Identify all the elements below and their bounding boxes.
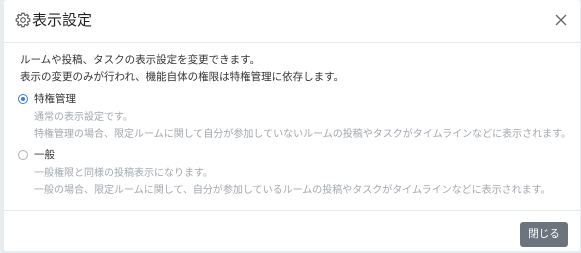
dialog-footer: 閉じる	[4, 210, 580, 251]
option-hint: 通常の表示設定です。	[34, 112, 133, 123]
dialog-body: ルームや投稿、タスクの表示設定を変更できます。 表示の変更のみが行われ、機能自体…	[4, 43, 580, 211]
dialog-title: 表示設定	[32, 11, 93, 29]
close-icon[interactable]	[552, 11, 570, 29]
radio-general[interactable]	[18, 150, 28, 160]
option-detail: 一般の場合、限定ルームに関して、自分が参加しているルームの投稿やタスクがタイムラ…	[34, 185, 551, 196]
description-line-1: ルームや投稿、タスクの表示設定を変更できます。	[20, 54, 261, 66]
close-button[interactable]: 閉じる	[520, 222, 568, 247]
display-settings-dialog: 表示設定 ルームや投稿、タスクの表示設定を変更できます。 表示の変更のみが行われ…	[4, 0, 580, 251]
gear-icon	[15, 12, 31, 28]
option-label[interactable]: 一般	[34, 149, 55, 162]
option-hint: 一般権限と同様の投稿表示になります。	[34, 168, 213, 179]
description-line-2: 表示の変更のみが行われ、機能自体の権限は特権管理に依存します。	[20, 71, 345, 83]
dialog-header: 表示設定	[4, 0, 580, 43]
option-label[interactable]: 特権管理	[34, 93, 76, 106]
option-detail: 特権管理の場合、限定ルームに関して自分が参加していないルームの投稿やタスクがタイ…	[34, 129, 572, 140]
radio-privileged[interactable]	[18, 94, 28, 104]
